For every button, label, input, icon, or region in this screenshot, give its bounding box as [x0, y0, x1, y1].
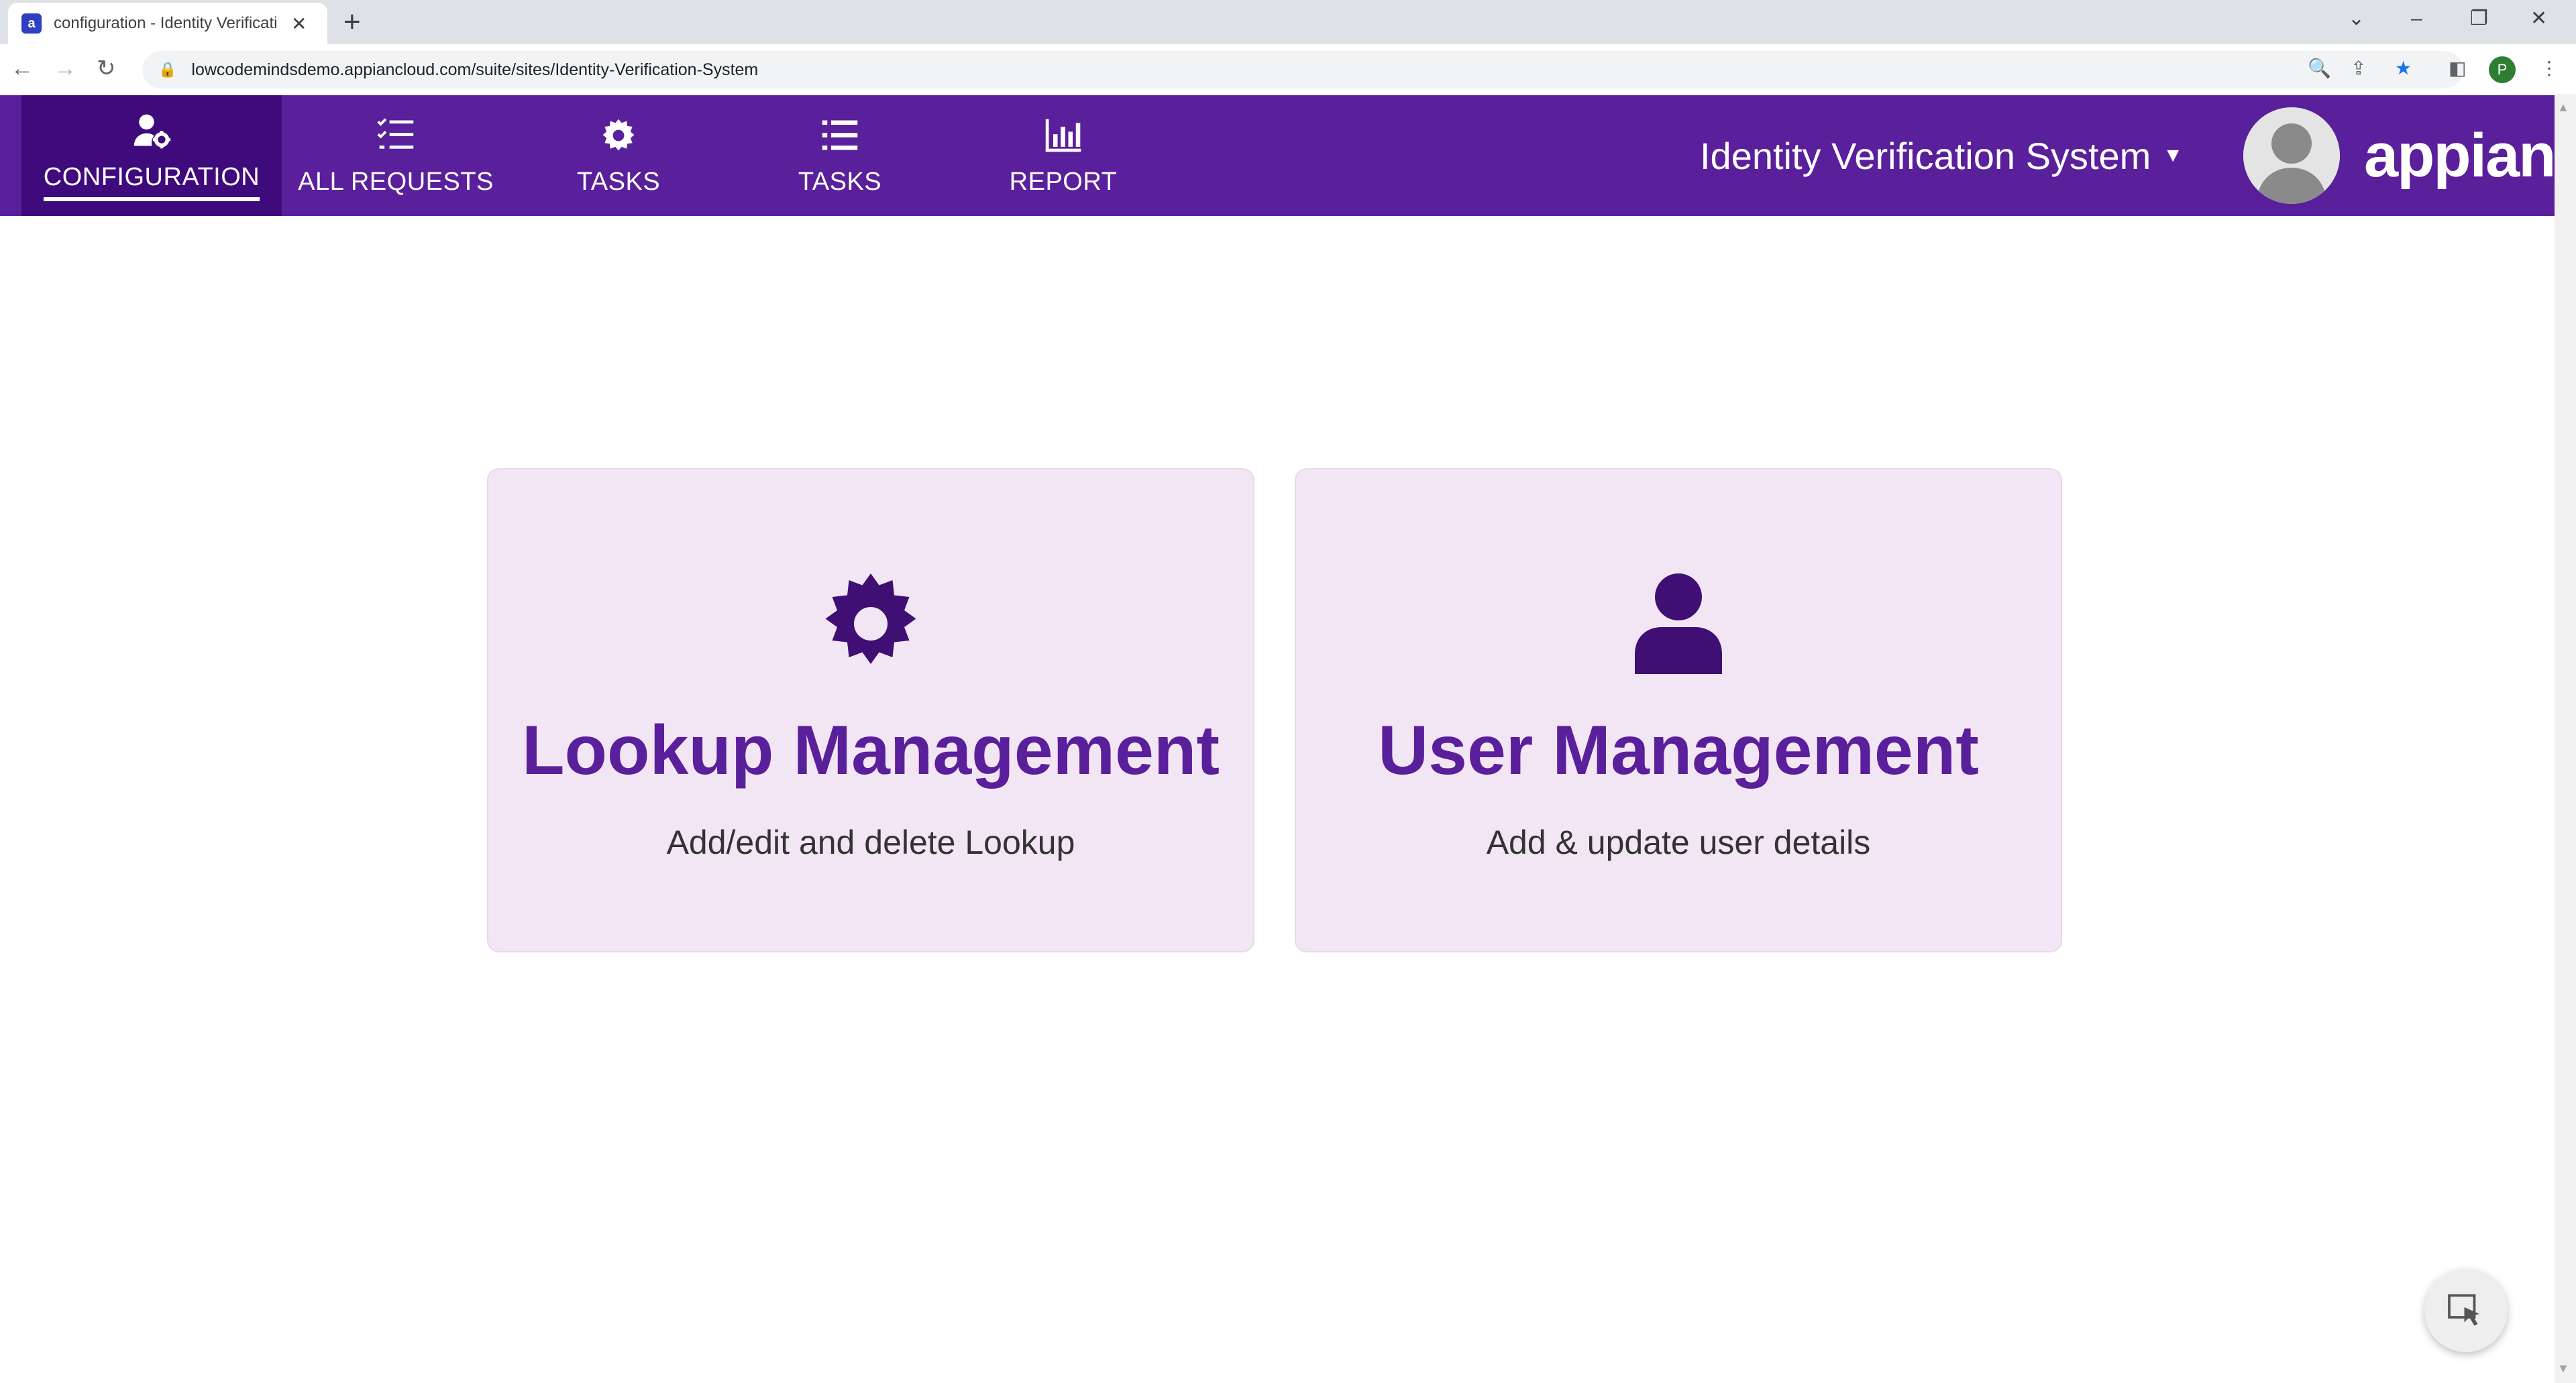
gear-icon	[817, 570, 924, 677]
site-switcher[interactable]: Identity Verification System ▼	[1700, 95, 2183, 216]
user-icon	[1625, 570, 1732, 677]
browser-tab[interactable]: a configuration - Identity Verificati ✕	[8, 3, 327, 44]
nav-label: REPORT	[1009, 167, 1118, 196]
nav-tasks-2[interactable]: TASKS	[727, 95, 953, 216]
side-panel-icon[interactable]: ◧	[2449, 54, 2466, 83]
card-description: Add & update user details	[1486, 824, 1871, 861]
bar-chart-icon	[1045, 119, 1081, 152]
browser-tab-strip: a configuration - Identity Verificati ✕ …	[0, 0, 2576, 44]
scroll-up-icon[interactable]: ▲	[2557, 101, 2569, 115]
scrollbar[interactable]	[2555, 95, 2576, 1383]
back-icon[interactable]: ←	[11, 54, 34, 83]
nav-report[interactable]: REPORT	[953, 95, 1174, 216]
tab-search-icon[interactable]: ⌄	[2348, 4, 2365, 34]
card-title: User Management	[1378, 712, 1979, 789]
appian-logo[interactable]: appian	[2364, 95, 2556, 216]
nav-label: CONFIGURATION	[43, 163, 260, 201]
zoom-icon[interactable]: 🔍	[2308, 54, 2331, 83]
lock-icon: 🔒	[158, 61, 177, 78]
menu-kebab-icon[interactable]: ⋮	[2540, 54, 2559, 83]
new-tab-icon[interactable]: +	[343, 5, 361, 39]
nav-label: ALL REQUESTS	[298, 167, 494, 196]
select-tool-button[interactable]	[2424, 1269, 2508, 1352]
nav-all-requests[interactable]: ALL REQUESTS	[282, 95, 510, 216]
gear-icon	[602, 119, 635, 150]
forward-icon[interactable]: →	[54, 54, 76, 83]
card-title: Lookup Management	[521, 712, 1220, 789]
nav-configuration[interactable]: CONFIGURATION	[21, 95, 282, 216]
url-text: lowcodemindsdemo.appiancloud.com/suite/s…	[191, 60, 759, 79]
user-management-card[interactable]: User Management Add & update user detail…	[1295, 468, 2062, 952]
card-description: Add/edit and delete Lookup	[666, 824, 1075, 861]
appian-favicon-icon: a	[21, 13, 42, 34]
browser-toolbar: ← → ↻ 🔒 lowcodemindsdemo.appiancloud.com…	[0, 44, 2576, 95]
site-title: Identity Verification System	[1700, 134, 2151, 177]
user-silhouette-icon	[2243, 107, 2340, 204]
list-icon	[822, 120, 858, 150]
profile-avatar[interactable]: P	[2489, 56, 2516, 83]
scroll-down-icon[interactable]: ▼	[2557, 1362, 2569, 1376]
user-avatar[interactable]	[2243, 107, 2340, 204]
cursor-select-icon	[2448, 1294, 2479, 1326]
nav-label: TASKS	[798, 167, 882, 196]
restore-icon[interactable]: ❐	[2470, 4, 2488, 34]
window-close-icon[interactable]: ✕	[2530, 4, 2547, 34]
minimize-icon[interactable]: –	[2411, 4, 2422, 34]
nav-label: TASKS	[576, 167, 661, 196]
share-icon[interactable]: ⇪	[2351, 54, 2366, 83]
bookmark-star-icon[interactable]: ★	[2395, 54, 2412, 83]
checklist-icon	[377, 117, 414, 149]
address-bar[interactable]: 🔒 lowcodemindsdemo.appiancloud.com/suite…	[142, 51, 2463, 89]
caret-down-icon: ▼	[2163, 144, 2184, 166]
tab-close-icon[interactable]: ✕	[291, 13, 307, 35]
tab-title: configuration - Identity Verificati	[54, 14, 278, 32]
app-header: CONFIGURATION ALL REQUESTS TASKS TASKS R…	[0, 95, 2556, 216]
reload-icon[interactable]: ↻	[97, 54, 116, 83]
nav-tasks-1[interactable]: TASKS	[510, 95, 727, 216]
user-cog-icon	[133, 114, 171, 148]
lookup-management-card[interactable]: Lookup Management Add/edit and delete Lo…	[487, 468, 1254, 952]
